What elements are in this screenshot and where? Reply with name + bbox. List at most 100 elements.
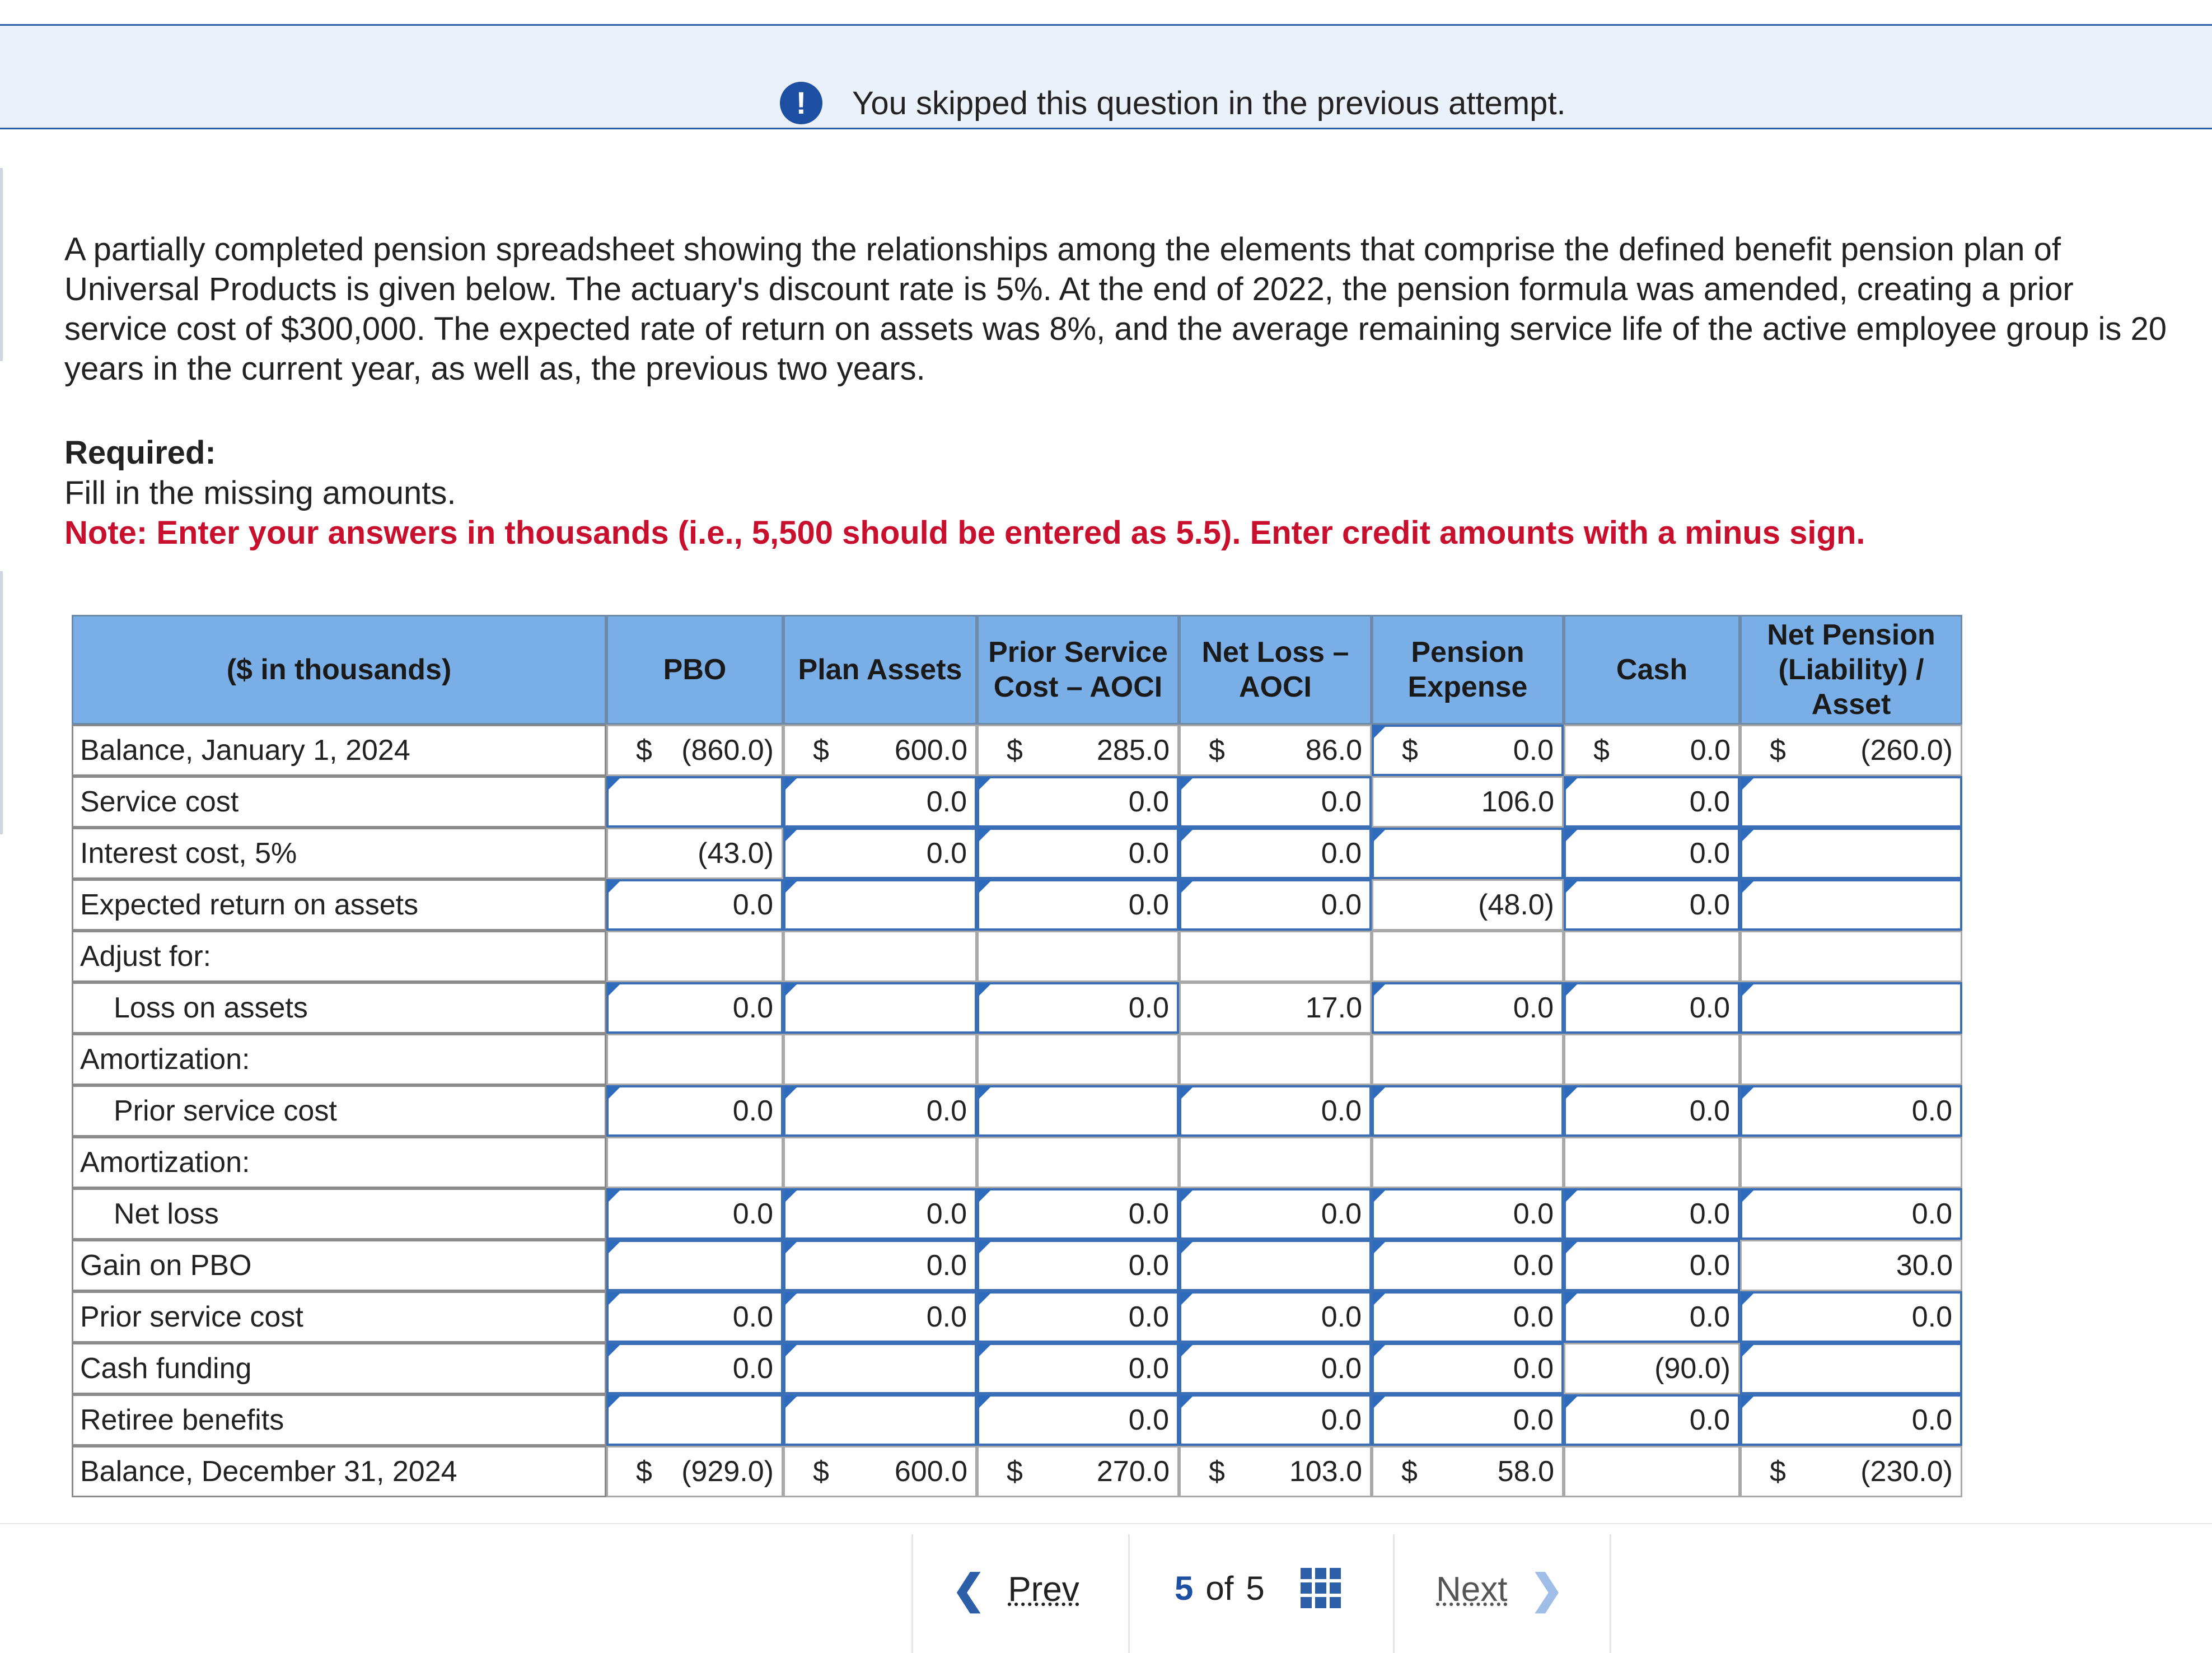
input-plan-assets[interactable]: 0.0 [783, 1291, 977, 1343]
input-net-pension[interactable]: 0.0 [1740, 1085, 1962, 1137]
total-pages: 5 [1246, 1569, 1265, 1607]
page-indicator[interactable]: 5 of 5 [1175, 1568, 1341, 1608]
input-pension-expense[interactable] [1372, 1085, 1564, 1137]
input-cash[interactable]: 0.0 [1564, 879, 1740, 931]
cell-value: 0.0 [1321, 786, 1362, 818]
cell-value: 0.0 [926, 1198, 967, 1230]
input-net-loss[interactable]: 0.0 [1179, 1291, 1372, 1343]
input-plan-assets[interactable] [783, 1343, 977, 1394]
input-pension-expense[interactable]: 0.0 [1372, 1188, 1564, 1240]
input-net-pension[interactable] [1740, 1343, 1962, 1394]
input-prior-service-cost[interactable]: 0.0 [977, 982, 1179, 1034]
divider [1128, 1534, 1130, 1653]
cell-value: (929.0) [681, 1455, 774, 1488]
input-cash[interactable]: 0.0 [1564, 1240, 1740, 1291]
input-prior-service-cost[interactable]: 0.0 [977, 1291, 1179, 1343]
input-pbo[interactable]: 0.0 [606, 1343, 783, 1394]
cell-net-pension [1740, 1137, 1962, 1188]
input-cash[interactable]: 0.0 [1564, 1188, 1740, 1240]
input-prior-service-cost[interactable]: 0.0 [977, 879, 1179, 931]
cell-value: 0.0 [1513, 992, 1554, 1024]
input-plan-assets[interactable] [783, 879, 977, 931]
input-net-pension[interactable] [1740, 776, 1962, 828]
input-pbo[interactable]: 0.0 [606, 879, 783, 931]
input-net-loss[interactable]: 0.0 [1179, 879, 1372, 931]
required-body: Fill in the missing amounts. [64, 475, 456, 511]
input-plan-assets[interactable]: 0.0 [783, 1188, 977, 1240]
cell-value: 0.0 [1128, 1301, 1169, 1333]
input-net-loss[interactable]: 0.0 [1179, 1394, 1372, 1446]
input-net-loss[interactable]: 0.0 [1179, 776, 1372, 828]
currency-symbol: $ [1593, 734, 1610, 767]
input-pbo[interactable]: 0.0 [606, 982, 783, 1034]
cell-value: 0.0 [1321, 1198, 1362, 1230]
grid-icon[interactable] [1300, 1568, 1341, 1608]
header-pbo: PBO [606, 615, 783, 725]
cell-value: 0.0 [1128, 992, 1169, 1024]
header-label: ($ in thousands) [72, 615, 606, 725]
input-plan-assets[interactable]: 0.0 [783, 1240, 977, 1291]
cell-pbo: (43.0) [606, 828, 783, 879]
input-pbo[interactable]: 0.0 [606, 1188, 783, 1240]
cell-pbo: $ (929.0) [606, 1446, 783, 1497]
input-pbo[interactable]: 0.0 [606, 1291, 783, 1343]
input-pension-expense[interactable]: 0.0 [1372, 982, 1564, 1034]
input-prior-service-cost[interactable]: 0.0 [977, 1188, 1179, 1240]
input-net-pension[interactable]: 0.0 [1740, 1394, 1962, 1446]
input-prior-service-cost[interactable]: 0.0 [977, 828, 1179, 879]
input-plan-assets[interactable]: 0.0 [783, 828, 977, 879]
prev-label: Prev [1008, 1570, 1079, 1609]
input-cash[interactable]: 0.0 [1564, 1085, 1740, 1137]
input-pension-expense[interactable]: 0.0 [1372, 1240, 1564, 1291]
cell-value: 270.0 [1096, 1455, 1170, 1488]
input-prior-service-cost[interactable]: 0.0 [977, 776, 1179, 828]
input-prior-service-cost[interactable]: 0.0 [977, 1394, 1179, 1446]
cell-value: 30.0 [1896, 1249, 1953, 1282]
cell-value: 0.0 [1128, 889, 1169, 921]
input-prior-service-cost[interactable] [977, 1085, 1179, 1137]
input-pbo[interactable]: 0.0 [606, 1085, 783, 1137]
cell-cash [1564, 1034, 1740, 1085]
cell-value: 0.0 [732, 992, 773, 1024]
next-button[interactable]: Next ❯ [1436, 1566, 1564, 1613]
cell-value: 0.0 [1128, 786, 1169, 818]
input-cash[interactable]: 0.0 [1564, 828, 1740, 879]
input-prior-service-cost[interactable]: 0.0 [977, 1343, 1179, 1394]
cell-value: 58.0 [1497, 1455, 1554, 1488]
input-net-loss[interactable]: 0.0 [1179, 1343, 1372, 1394]
input-net-loss[interactable]: 0.0 [1179, 1188, 1372, 1240]
input-cash[interactable]: 0.0 [1564, 776, 1740, 828]
input-plan-assets[interactable] [783, 982, 977, 1034]
input-pbo[interactable] [606, 1240, 783, 1291]
divider [0, 168, 3, 361]
input-net-pension[interactable] [1740, 982, 1962, 1034]
input-pension-expense[interactable]: $0.0 [1372, 725, 1564, 776]
input-net-pension[interactable] [1740, 828, 1962, 879]
input-cash[interactable]: 0.0 [1564, 1291, 1740, 1343]
input-cash[interactable]: 0.0 [1564, 1394, 1740, 1446]
input-pension-expense[interactable]: 0.0 [1372, 1394, 1564, 1446]
input-pbo[interactable] [606, 776, 783, 828]
input-net-pension[interactable]: 0.0 [1740, 1188, 1962, 1240]
cell-value: 0.0 [1321, 1352, 1362, 1385]
input-net-pension[interactable]: 0.0 [1740, 1291, 1962, 1343]
input-plan-assets[interactable] [783, 1394, 977, 1446]
cell-value: 0.0 [1690, 734, 1731, 767]
input-pension-expense[interactable]: 0.0 [1372, 1343, 1564, 1394]
chevron-left-icon: ❮ [952, 1567, 986, 1612]
input-pbo[interactable] [606, 1394, 783, 1446]
input-pension-expense[interactable]: 0.0 [1372, 1291, 1564, 1343]
currency-symbol: $ [1007, 734, 1023, 767]
input-net-loss[interactable]: 0.0 [1179, 828, 1372, 879]
input-cash[interactable]: 0.0 [1564, 982, 1740, 1034]
required-title: Required: [64, 435, 216, 471]
input-net-pension[interactable] [1740, 879, 1962, 931]
input-net-loss[interactable]: 0.0 [1179, 1085, 1372, 1137]
input-net-loss[interactable] [1179, 1240, 1372, 1291]
input-plan-assets[interactable]: 0.0 [783, 776, 977, 828]
prev-button[interactable]: ❮ Prev [952, 1566, 1079, 1613]
input-plan-assets[interactable]: 0.0 [783, 1085, 977, 1137]
input-pension-expense[interactable] [1372, 828, 1564, 879]
input-prior-service-cost[interactable]: 0.0 [977, 1240, 1179, 1291]
row-label: Cash funding [72, 1343, 606, 1394]
